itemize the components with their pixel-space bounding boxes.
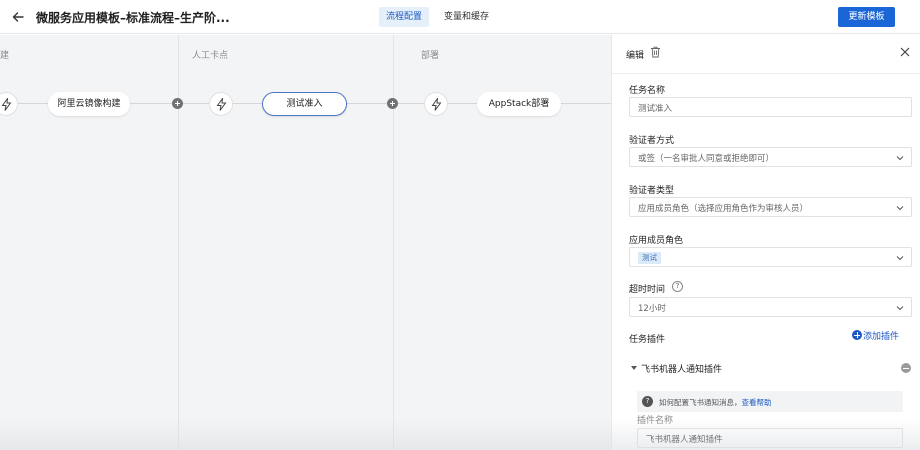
- caret-down-icon[interactable]: [631, 366, 637, 370]
- help-link[interactable]: 查看帮助: [742, 398, 772, 407]
- page-title: 微服务应用模板–标准流程–生产阶...: [36, 11, 230, 25]
- verifier-mode-label: 验证者方式: [629, 136, 675, 146]
- info-message: 如何配置飞书通知消息，: [659, 398, 742, 407]
- node-aliyun-image-build[interactable]: 阿里云镜像构建: [48, 92, 130, 116]
- add-node-icon[interactable]: [387, 98, 398, 109]
- timeout-value: 12小时: [638, 304, 666, 314]
- task-name-label: 任务名称: [629, 86, 666, 96]
- timeout-label: 超时时间: [629, 285, 666, 295]
- stage-label-build: 建: [0, 51, 10, 61]
- tab-pipeline-config[interactable]: 流程配置: [379, 7, 430, 27]
- bolt-icon[interactable]: [209, 92, 233, 116]
- update-template-button[interactable]: 更新模板: [838, 7, 895, 27]
- add-node-icon[interactable]: [172, 98, 183, 109]
- panel-divider: [612, 73, 920, 74]
- bolt-icon[interactable]: [0, 92, 18, 116]
- help-icon[interactable]: ?: [672, 281, 683, 292]
- chevron-down-icon: [896, 254, 904, 264]
- plugin-name-label: 插件名称: [637, 416, 674, 426]
- close-icon[interactable]: [899, 46, 911, 61]
- trash-icon[interactable]: [650, 46, 661, 61]
- stage-label-deploy: 部署: [421, 51, 440, 61]
- node-appstack-deploy[interactable]: AppStack部署: [477, 92, 561, 116]
- verifier-mode-value: 或签（一名审批人同意或拒绝即可）: [638, 154, 775, 164]
- back-arrow-icon[interactable]: [10, 9, 26, 25]
- tab-variables-cache[interactable]: 变量和缓存: [437, 7, 496, 27]
- member-role-select[interactable]: 测试: [629, 247, 912, 267]
- edit-panel: 编辑 任务名称 测试准入 验证者方式 或签（一名审批人同意或拒绝即可） 验证者类…: [611, 35, 920, 450]
- chevron-down-icon: [896, 304, 904, 314]
- remove-plugin-icon[interactable]: [901, 363, 911, 373]
- role-tag[interactable]: 测试: [638, 252, 661, 264]
- plugin-name-input[interactable]: 飞书机器人通知插件: [637, 428, 903, 448]
- stage-label-manual-gate: 人工卡点: [192, 51, 229, 61]
- verifier-type-select[interactable]: 应用成员角色（选择应用角色作为审核人员）: [629, 197, 912, 217]
- verifier-type-value: 应用成员角色（选择应用角色作为审核人员）: [638, 204, 809, 214]
- task-name-input[interactable]: 测试准入: [629, 97, 912, 117]
- node-test-admission[interactable]: 测试准入: [262, 92, 347, 116]
- verifier-type-label: 验证者类型: [629, 186, 675, 196]
- chevron-down-icon: [896, 204, 904, 214]
- chevron-down-icon: [896, 154, 904, 164]
- question-icon: ?: [642, 396, 653, 407]
- bolt-icon[interactable]: [424, 92, 448, 116]
- top-bar: 微服务应用模板–标准流程–生产阶... 流程配置 变量和缓存 更新模板: [0, 0, 920, 34]
- plugin-name-value: 飞书机器人通知插件: [646, 435, 723, 445]
- member-role-label: 应用成员角色: [629, 236, 684, 246]
- info-text: 如何配置飞书通知消息，查看帮助: [659, 397, 772, 408]
- plugin-info-banner: ? 如何配置飞书通知消息，查看帮助: [637, 391, 903, 412]
- verifier-mode-select[interactable]: 或签（一名审批人同意或拒绝即可）: [629, 147, 912, 167]
- panel-title: 编辑: [626, 51, 645, 61]
- plugin-title[interactable]: 飞书机器人通知插件: [641, 362, 722, 375]
- task-plugins-label: 任务插件: [629, 335, 666, 345]
- task-name-value: 测试准入: [638, 104, 673, 114]
- pipeline-canvas: 建 人工卡点 部署 阿里云镜像构建 测试准入 AppStack部署: [0, 35, 611, 450]
- add-plugin-icon[interactable]: [852, 330, 862, 340]
- timeout-select[interactable]: 12小时: [629, 297, 912, 317]
- add-plugin-button[interactable]: 添加插件: [863, 329, 899, 342]
